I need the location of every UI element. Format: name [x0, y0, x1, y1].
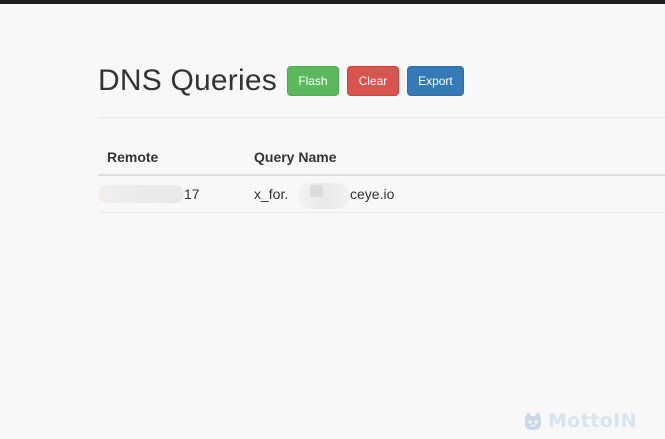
watermark-text: MottoIN: [548, 410, 637, 432]
table-header-row: Remote Query Name: [98, 140, 665, 176]
query-name-suffix: ceye.io: [350, 186, 395, 202]
remote-column-header: Remote: [107, 149, 159, 165]
page-title: DNS Queries: [98, 64, 277, 97]
query-name-prefix: x_for.: [254, 186, 289, 202]
header-divider: [98, 117, 665, 118]
remote-value: 17: [184, 186, 200, 202]
header-row: DNS Queries Flash Clear Export: [98, 64, 665, 98]
remote-cell: 17: [98, 185, 208, 203]
table-row: 17 x_for. ceye.io: [98, 176, 665, 213]
query-name-column-header: Query Name: [254, 149, 337, 165]
flash-button[interactable]: Flash: [286, 66, 339, 96]
clear-button[interactable]: Clear: [346, 66, 399, 96]
cat-icon: [525, 412, 541, 430]
remote-redaction: [98, 185, 184, 203]
top-bar: [0, 0, 665, 4]
dns-query-table: Remote Query Name 17 x_for. ceye.io: [98, 140, 665, 213]
watermark: MottoIN: [522, 407, 660, 435]
export-button[interactable]: Export: [406, 66, 464, 96]
query-name-cell: x_for. ceye.io: [254, 183, 454, 209]
query-name-redaction: [298, 183, 350, 209]
header-container: DNS Queries Flash Clear Export: [98, 64, 665, 98]
